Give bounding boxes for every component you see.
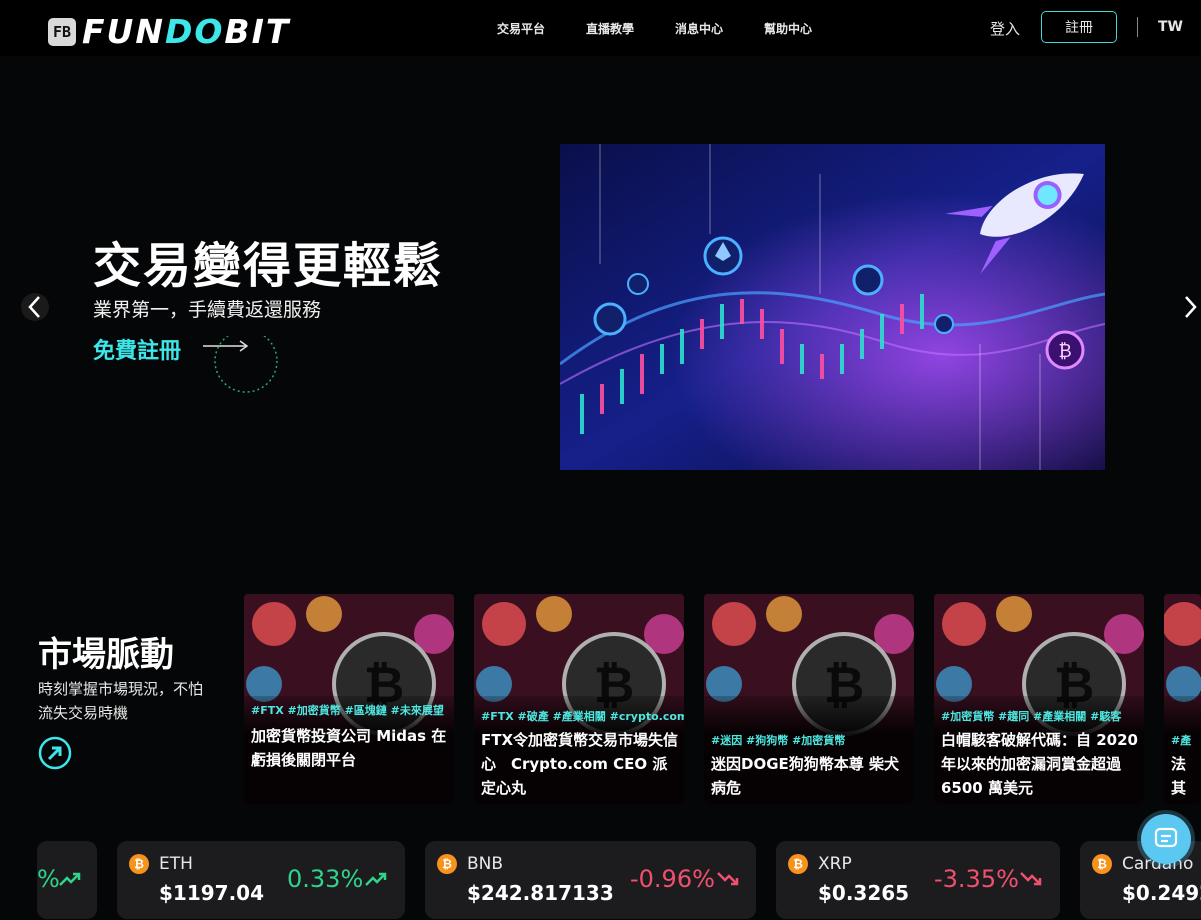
top-header: FB FUNDOBIT 交易平台 直播教學 消息中心 幫助中心 登入 註冊 TW bbox=[0, 0, 1201, 56]
news-title: 法其 bbox=[1171, 755, 1187, 797]
hero-title: 交易變得更輕鬆 bbox=[93, 238, 444, 294]
nav-news-center[interactable]: 消息中心 bbox=[675, 20, 723, 37]
news-title: 迷因DOGE狗狗幣本尊 柴犬病危 bbox=[711, 755, 899, 797]
hero-subtitle: 業界第一，手續費返還服務 bbox=[93, 299, 322, 321]
bitcoin-coin-icon: ₿ bbox=[1092, 854, 1112, 874]
trend-down-icon bbox=[1020, 872, 1042, 886]
nav-live-teaching[interactable]: 直播教學 bbox=[586, 20, 634, 37]
coin-price: $242.817133 bbox=[467, 881, 614, 905]
carousel-prev-icon[interactable] bbox=[20, 290, 50, 324]
news-card[interactable]: ₿ #加密貨幣 #趨同 #產業相關 #駭客 白帽駭客破解代碼：自 2020 年以… bbox=[934, 594, 1144, 804]
hero-rocket-illustration: ₿ bbox=[560, 144, 1105, 470]
news-title: 加密貨幣投資公司 Midas 在虧損後關閉平台 bbox=[251, 727, 447, 769]
header-divider bbox=[1137, 17, 1138, 37]
main-nav: 交易平台 直播教學 消息中心 幫助中心 bbox=[497, 20, 812, 37]
news-tags: #迷因 #狗狗幣 #加密貨幣 bbox=[711, 734, 846, 747]
bitcoin-coin-icon: ₿ bbox=[129, 854, 149, 874]
chat-icon bbox=[1154, 827, 1178, 848]
news-title: 白帽駭客破解代碼：自 2020 年以來的加密漏洞賞金超過 6500 萬美元 bbox=[941, 731, 1138, 797]
coin-change: -3.35% bbox=[934, 865, 1019, 893]
svg-text:₿: ₿ bbox=[1058, 341, 1071, 362]
bitcoin-coin-icon: ₿ bbox=[788, 854, 808, 874]
logo-text: FUNDOBIT bbox=[82, 12, 291, 51]
trend-up-icon bbox=[59, 872, 81, 886]
coin-price: $0.2492 bbox=[1122, 881, 1201, 905]
news-tags: #加密貨幣 #趨同 #產業相關 #駭客 bbox=[941, 710, 1122, 723]
free-register-link[interactable]: 免費註冊 bbox=[93, 333, 181, 365]
coin-price: $1197.04 bbox=[159, 881, 265, 905]
logo-mark-icon: FB bbox=[48, 17, 76, 46]
ticker-card[interactable]: ₿ ETH $1197.04 0.33% bbox=[117, 841, 405, 919]
login-link[interactable]: 登入 bbox=[990, 18, 1020, 39]
market-pulse-title: 市場脈動 bbox=[38, 635, 174, 675]
news-title: FTX令加密貨幣交易市場失信心 Crypto.com CEO 派定心丸 bbox=[481, 731, 679, 797]
trend-up-icon bbox=[365, 872, 387, 886]
coin-name: XRP bbox=[818, 854, 852, 874]
news-tags: #FTX #加密貨幣 #區塊鏈 #未來展望 bbox=[251, 704, 444, 717]
carousel-next-icon[interactable] bbox=[1178, 290, 1201, 324]
cta-arrow-icon[interactable] bbox=[203, 336, 283, 396]
arrow-up-right-icon[interactable] bbox=[38, 736, 72, 770]
language-selector[interactable]: TW bbox=[1158, 19, 1183, 35]
trend-down-icon bbox=[717, 872, 739, 886]
ticker-card[interactable]: ₿ XRP $0.3265 -3.35% bbox=[776, 841, 1060, 919]
news-card[interactable]: ₿ #FTX #加密貨幣 #區塊鏈 #未來展望 加密貨幣投資公司 Midas 在… bbox=[244, 594, 454, 804]
coin-change: % bbox=[37, 865, 60, 893]
register-button[interactable]: 註冊 bbox=[1041, 11, 1117, 43]
ticker-card[interactable]: % bbox=[37, 841, 97, 919]
bitcoin-coin-icon: ₿ bbox=[437, 854, 457, 874]
news-card[interactable]: #產 法其 bbox=[1164, 594, 1201, 804]
market-pulse-subtitle: 時刻掌握市場現況，不怕流失交易時機 bbox=[38, 680, 204, 722]
nav-help-center[interactable]: 幫助中心 bbox=[764, 20, 812, 37]
news-tags: #FTX #破產 #產業相關 #crypto.com bbox=[481, 710, 684, 723]
coin-name: ETH bbox=[159, 854, 193, 874]
fundobit-logo[interactable]: FB FUNDOBIT bbox=[48, 12, 290, 51]
chat-support-button[interactable] bbox=[1141, 814, 1191, 864]
coin-change: 0.33% bbox=[287, 865, 364, 893]
news-card[interactable]: ₿ #FTX #破產 #產業相關 #crypto.com FTX令加密貨幣交易市… bbox=[474, 594, 684, 804]
coin-price: $0.3265 bbox=[818, 881, 910, 905]
coin-name: BNB bbox=[467, 854, 504, 874]
news-card[interactable]: ₿ #迷因 #狗狗幣 #加密貨幣 迷因DOGE狗狗幣本尊 柴犬病危 bbox=[704, 594, 914, 804]
news-tags: #產 bbox=[1171, 734, 1192, 747]
ticker-card[interactable]: ₿ BNB $242.817133 -0.96% bbox=[425, 841, 756, 919]
nav-trading-platform[interactable]: 交易平台 bbox=[497, 20, 545, 37]
coin-change: -0.96% bbox=[630, 865, 715, 893]
